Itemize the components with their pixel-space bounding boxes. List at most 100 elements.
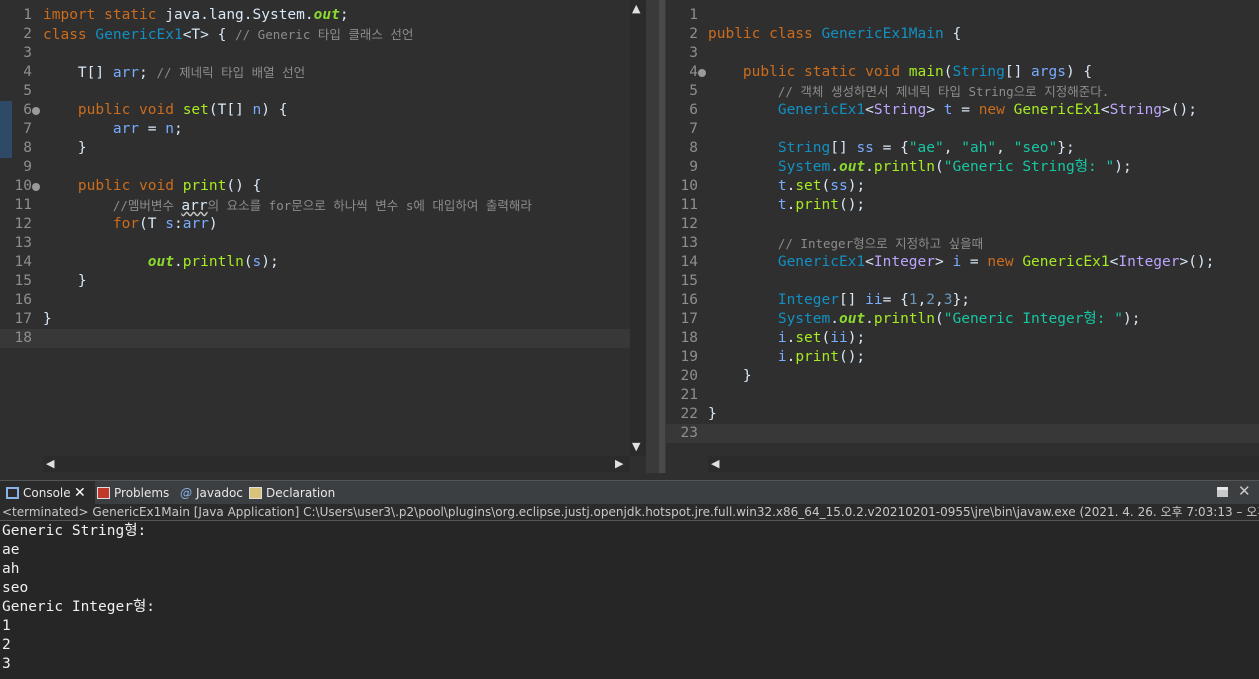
code-line[interactable]: 19 i.print(); xyxy=(666,348,1259,367)
code-line[interactable]: 9 xyxy=(0,158,646,177)
code-line[interactable]: 10 public void print() { xyxy=(0,177,646,196)
code-line[interactable]: 15 xyxy=(666,272,1259,291)
scroll-up-arrow-icon[interactable]: ▲ xyxy=(632,2,640,16)
scroll-left-arrow-icon[interactable]: ◀ xyxy=(46,457,54,471)
tab-console[interactable]: Console ✕ xyxy=(0,481,95,505)
line-number: 7 xyxy=(689,121,698,137)
code-line[interactable]: 3 xyxy=(0,44,646,63)
code-text: import static java.lang.System.out; xyxy=(43,6,349,25)
code-line[interactable]: 23 xyxy=(666,424,1259,443)
code-token: GenericEx1 xyxy=(1022,254,1110,270)
code-line[interactable]: 8 } xyxy=(0,139,646,158)
code-line[interactable]: 7 arr = n; xyxy=(0,120,646,139)
code-text: i.print(); xyxy=(708,348,865,367)
code-line[interactable]: 2 public class GenericEx1Main { xyxy=(666,25,1259,44)
code-line[interactable]: 7 xyxy=(666,120,1259,139)
code-token: ( xyxy=(821,178,831,194)
code-line[interactable]: 13 // Integer형으로 지정하고 싶을때 xyxy=(666,234,1259,253)
scroll-left-arrow-icon[interactable]: ◀ xyxy=(711,457,719,471)
code-line[interactable]: 3 xyxy=(666,44,1259,63)
code-line[interactable]: 15 } xyxy=(0,272,646,291)
code-token: Integer xyxy=(1118,254,1180,270)
code-token: } xyxy=(43,273,87,289)
fold-toggle-icon[interactable] xyxy=(32,107,40,115)
code-line[interactable]: 18 xyxy=(0,329,646,348)
code-line[interactable]: 16 xyxy=(0,291,646,310)
line-number: 5 xyxy=(23,83,32,99)
code-token: ); xyxy=(261,254,279,270)
code-line[interactable]: 12 xyxy=(666,215,1259,234)
tab-problems-label: Problems xyxy=(114,486,170,500)
code-token: println xyxy=(873,159,936,175)
code-token: out xyxy=(147,254,174,270)
code-line[interactable]: 4 T[] arr; // 제네릭 타입 배열 선언 xyxy=(0,63,646,82)
tab-problems[interactable]: Problems xyxy=(97,481,169,505)
code-token: GenericEx1Main xyxy=(821,26,944,42)
code-token: } xyxy=(708,368,752,384)
console-output[interactable]: Generic String형: ae ah seo Generic Integer형:… xyxy=(0,521,1259,679)
code-line[interactable]: 5 // 객체 생성하면서 제네릭 타입 String으로 지정해준다. xyxy=(666,82,1259,101)
left-horizontal-scrollbar[interactable]: ◀ ▶ xyxy=(43,456,630,472)
code-line[interactable]: 6 public void set(T[] n) { xyxy=(0,101,646,120)
code-token: < xyxy=(1100,102,1110,118)
code-line[interactable]: 12 for(T s:arr) xyxy=(0,215,646,234)
code-token: } xyxy=(43,311,52,327)
left-editor-pane[interactable]: 1 import static java.lang.System.out; 2 cla… xyxy=(0,0,646,473)
code-line[interactable]: 10 t.set(ss); xyxy=(666,177,1259,196)
right-horizontal-scrollbar[interactable]: ◀ xyxy=(708,456,1259,472)
code-line[interactable]: 13 xyxy=(0,234,646,253)
editor-splitter[interactable] xyxy=(646,0,666,473)
code-line[interactable]: 9 System.out.println("Generic String형: "… xyxy=(666,158,1259,177)
code-line[interactable]: 18 i.set(ii); xyxy=(666,329,1259,348)
line-number: 11 xyxy=(14,197,32,213)
code-line[interactable]: 17 System.out.println("Generic Integer형:… xyxy=(666,310,1259,329)
code-line[interactable]: 5 xyxy=(0,82,646,101)
line-number: 13 xyxy=(14,235,32,251)
code-text: // Integer형으로 지정하고 싶을때 xyxy=(708,234,983,254)
minimize-icon[interactable] xyxy=(1217,487,1228,497)
problems-icon xyxy=(97,487,110,499)
code-line[interactable]: 17} xyxy=(0,310,646,329)
code-token: Integer xyxy=(777,292,839,308)
code-line[interactable]: 14 GenericEx1<Integer> i = new GenericEx… xyxy=(666,253,1259,272)
code-line[interactable]: 1 import static java.lang.System.out; xyxy=(0,6,646,25)
code-line[interactable]: 14 out.println(s); xyxy=(0,253,646,272)
fold-toggle-icon[interactable] xyxy=(32,183,40,191)
line-number: 22 xyxy=(680,406,698,422)
line-number: 4 xyxy=(689,64,698,80)
line-number: 6 xyxy=(23,102,32,118)
code-line[interactable]: 1 xyxy=(666,6,1259,25)
code-line[interactable]: 8 String[] ss = {"ae", "ah", "seo"}; xyxy=(666,139,1259,158)
scroll-down-arrow-icon[interactable]: ▼ xyxy=(632,440,640,454)
left-vertical-scrollbar[interactable]: ▲ ▼ xyxy=(630,0,646,456)
tab-javadoc[interactable]: @ Javadoc xyxy=(180,481,243,505)
maximize-icon[interactable]: ✕ xyxy=(1238,482,1251,500)
code-line[interactable]: 20 } xyxy=(666,367,1259,386)
console-tab-bar: Console ✕ Problems @ Javadoc Declaration … xyxy=(0,480,1259,505)
code-line[interactable]: 21 xyxy=(666,386,1259,405)
code-line[interactable]: 2 class GenericEx1<T> { // Generic 타입 클래스… xyxy=(0,25,646,44)
code-line[interactable]: 16 Integer[] ii= {1,2,3}; xyxy=(666,291,1259,310)
close-icon[interactable]: ✕ xyxy=(74,481,86,505)
line-number: 17 xyxy=(680,311,698,327)
code-token: . xyxy=(786,330,796,346)
code-token: } xyxy=(708,406,717,422)
scroll-right-arrow-icon[interactable]: ▶ xyxy=(615,457,623,471)
code-token: String xyxy=(952,64,1005,80)
right-editor-pane[interactable]: 1 2 public class GenericEx1Main {3 4 public… xyxy=(666,0,1259,473)
code-text: } xyxy=(708,367,752,386)
fold-toggle-icon[interactable] xyxy=(698,69,706,77)
code-text: } xyxy=(43,272,87,291)
code-line[interactable]: 4 public static void main(String[] args)… xyxy=(666,63,1259,82)
code-token: String xyxy=(1109,102,1163,118)
code-line[interactable]: 11 t.print(); xyxy=(666,196,1259,215)
code-token: print xyxy=(182,178,227,194)
code-line[interactable]: 11 //멤버변수 arr의 요소를 for문으로 하나씩 변수 s에 대입하여… xyxy=(0,196,646,215)
code-line[interactable]: 22} xyxy=(666,405,1259,424)
line-number: 15 xyxy=(680,273,698,289)
code-token: ) { xyxy=(1065,64,1093,80)
code-line[interactable]: 6 GenericEx1<String> t = new GenericEx1<… xyxy=(666,101,1259,120)
tab-declaration[interactable]: Declaration xyxy=(249,481,335,505)
